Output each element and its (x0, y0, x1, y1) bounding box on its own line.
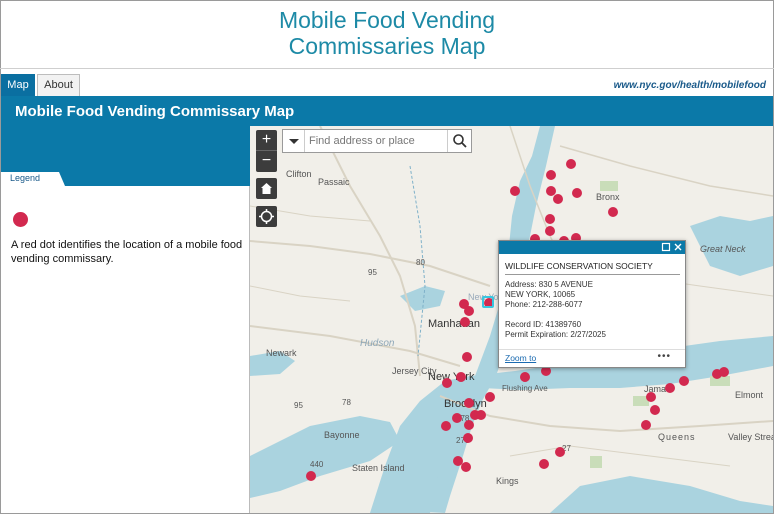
legend-symbol-dot (13, 212, 28, 227)
highway-shield-95a: 95 (368, 268, 377, 277)
site-link[interactable]: www.nyc.gov/health/mobilefood (614, 80, 766, 91)
popup-footer-divider (499, 349, 685, 350)
search-button[interactable] (447, 130, 471, 152)
commissary-marker[interactable] (650, 405, 660, 415)
page-title: Mobile Food Vending Commissaries Map (0, 0, 774, 59)
app-title-bar: Mobile Food Vending Commissary Map (1, 96, 773, 126)
popup-record-id: Record ID: 41389760 (505, 320, 582, 329)
commissary-marker[interactable] (462, 352, 472, 362)
map-label-staten-island: Staten Island (352, 463, 405, 473)
map-label-jersey-city: Jersey City (392, 366, 437, 376)
popup-phone: Phone: 212-288-6077 (505, 300, 583, 309)
commissary-marker[interactable] (545, 226, 555, 236)
highway-shield-80: 80 (416, 258, 425, 267)
legend-description: A red dot identifies the location of a m… (11, 239, 243, 265)
commissary-marker[interactable] (476, 410, 486, 420)
commissary-marker[interactable] (545, 214, 555, 224)
commissary-marker[interactable] (546, 170, 556, 180)
commissary-marker[interactable] (520, 372, 530, 382)
search-icon (453, 134, 467, 148)
commissary-marker[interactable] (460, 317, 470, 327)
zoom-control: + − (256, 130, 277, 172)
tab-bar: Map About www.nyc.gov/health/mobilefood (0, 74, 774, 96)
map-label-bayonne: Bayonne (324, 430, 360, 440)
more-actions-button[interactable]: ••• (657, 351, 671, 362)
commissary-marker[interactable] (441, 421, 451, 431)
commissary-marker[interactable] (463, 433, 473, 443)
tab-about[interactable]: About (37, 74, 80, 96)
popup-address: Address: 830 5 AVENUE (505, 280, 593, 289)
highway-shield-95b: 95 (294, 401, 303, 410)
header-divider (0, 68, 774, 69)
commissary-marker[interactable] (464, 306, 474, 316)
commissary-marker[interactable] (306, 471, 316, 481)
map-label-kings: Kings (496, 476, 519, 486)
legend-tab-slant (51, 172, 65, 186)
commissary-marker[interactable] (555, 447, 565, 457)
tab-map[interactable]: Map (1, 74, 35, 96)
map-label-newark: Newark (266, 348, 297, 358)
map-label-queens: Queens (658, 432, 696, 442)
popup-title: WILDLIFE CONSERVATION SOCIETY (505, 261, 653, 271)
commissary-marker[interactable] (461, 462, 471, 472)
selected-marker-highlight (482, 296, 494, 308)
commissary-marker[interactable] (679, 376, 689, 386)
map-label-elmont: Elmont (735, 390, 764, 400)
commissary-marker[interactable] (553, 194, 563, 204)
commissary-marker[interactable] (510, 186, 520, 196)
map-label-flushing-ave: Flushing Ave (502, 384, 548, 393)
commissary-marker[interactable] (641, 420, 651, 430)
popup-maximize-button[interactable] (661, 242, 671, 252)
search-widget (282, 129, 472, 153)
popup-city: NEW YORK, 10065 (505, 290, 576, 299)
zoom-out-button[interactable]: − (256, 151, 277, 172)
commissary-marker[interactable] (452, 413, 462, 423)
home-button[interactable] (256, 178, 277, 199)
commissary-marker[interactable] (464, 398, 474, 408)
commissary-marker[interactable] (719, 367, 729, 377)
commissary-marker[interactable] (646, 392, 656, 402)
popup-header (499, 241, 685, 254)
commissary-marker[interactable] (464, 420, 474, 430)
home-icon (261, 183, 272, 194)
commissary-marker[interactable] (442, 378, 452, 388)
feature-popup: WILDLIFE CONSERVATION SOCIETY Address: 8… (498, 240, 686, 368)
highway-shield-440: 440 (310, 460, 324, 469)
commissary-marker[interactable] (485, 392, 495, 402)
crosshair-icon (259, 209, 274, 224)
commissary-marker[interactable] (608, 207, 618, 217)
map-label-clifton: Clifton (286, 169, 312, 179)
legend-tab[interactable]: Legend (1, 172, 250, 186)
commissary-marker[interactable] (566, 159, 576, 169)
highway-shield-78: 78 (342, 398, 351, 407)
close-icon (674, 243, 682, 251)
map-label-hudson: Hudson (360, 338, 395, 349)
page-header: Mobile Food Vending Commissaries Map (0, 0, 774, 68)
panel-header-band (1, 126, 250, 172)
map-label-valley-stream: Valley Strea (728, 432, 773, 442)
map-label-passaic: Passaic (318, 177, 350, 187)
popup-permit-expiration: Permit Expiration: 2/27/2025 (505, 330, 606, 339)
popup-close-button[interactable] (673, 242, 683, 252)
commissary-marker[interactable] (539, 459, 549, 469)
popup-title-divider (505, 274, 680, 275)
page-title-line2: Commissaries Map (288, 33, 486, 59)
map-label-bronx: Bronx (596, 192, 620, 202)
commissary-marker[interactable] (572, 188, 582, 198)
locate-button[interactable] (256, 206, 277, 227)
legend-panel: Legend A red dot identifies the location… (1, 126, 250, 513)
search-input[interactable] (309, 132, 447, 150)
commissary-marker[interactable] (456, 372, 466, 382)
map-label-manhattan: Manhattan (428, 318, 480, 330)
legend-tab-label: Legend (10, 173, 41, 183)
zoom-in-button[interactable]: + (256, 130, 277, 151)
search-source-dropdown[interactable] (283, 130, 305, 152)
zoom-to-link[interactable]: Zoom to (505, 353, 536, 363)
app-title: Mobile Food Vending Commissary Map (15, 103, 295, 120)
commissary-marker[interactable] (665, 383, 675, 393)
page-title-line1: Mobile Food Vending (278, 7, 496, 33)
maximize-icon (661, 242, 671, 252)
map-label-great-neck: Great Neck (700, 244, 746, 254)
